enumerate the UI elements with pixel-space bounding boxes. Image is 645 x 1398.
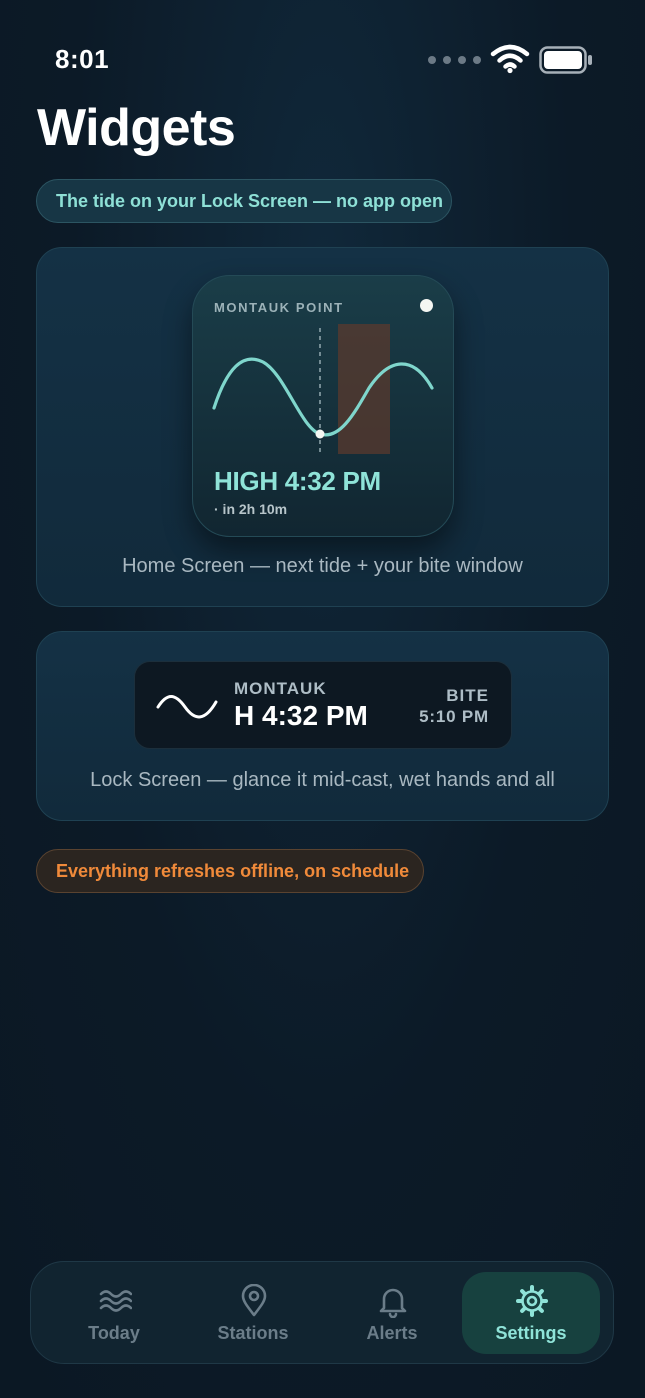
tide-curve <box>212 324 434 454</box>
home-widget[interactable]: MONTAUK POINT HIGH 4:32 PM · in 2h 10m <box>192 275 454 537</box>
tab-alerts[interactable]: Alerts <box>323 1272 461 1354</box>
tab-label: Today <box>88 1323 140 1343</box>
widget-next-tide: HIGH 4:32 PM <box>214 466 381 496</box>
widgets-screen: 8:01 Widgets The tide on your Lock Scree… <box>0 0 645 1398</box>
lock-widget[interactable]: MONTAUK H 4:32 PM BITE 5:10 PM <box>134 661 512 749</box>
lock-widget-station: MONTAUK <box>234 679 327 698</box>
wave-icon <box>156 695 218 719</box>
lock-widget-bite-label: BITE <box>446 686 489 705</box>
tab-label: Alerts <box>366 1323 418 1343</box>
tagline-badge: The tide on your Lock Screen — no app op… <box>36 179 452 223</box>
wifi-icon <box>490 44 530 74</box>
tab-stations[interactable]: Stations <box>184 1272 322 1354</box>
widget-countdown: · in 2h 10m <box>214 501 288 517</box>
offline-refresh-badge: Everything refreshes offline, on schedul… <box>36 849 424 893</box>
widget-station-name: MONTAUK POINT <box>214 300 344 315</box>
tab-label: Stations <box>217 1323 289 1343</box>
current-tide-dot <box>315 429 325 439</box>
status-time: 8:01 <box>55 44 110 74</box>
waves-icon <box>99 1290 132 1312</box>
page-title: Widgets <box>37 99 236 157</box>
tab-bar: Today Stations Alerts Settings <box>30 1261 614 1364</box>
bell-icon <box>379 1288 407 1318</box>
lock-widget-bite-time: 5:10 PM <box>419 707 489 726</box>
gear-icon <box>516 1285 548 1317</box>
home-screen-widget-preview[interactable]: MONTAUK POINT HIGH 4:32 PM · in 2h 10m H… <box>36 247 609 607</box>
tab-label: Settings <box>495 1323 567 1343</box>
map-pin-icon <box>241 1284 267 1317</box>
lock-widget-caption: Lock Screen — glance it mid-cast, wet ha… <box>90 769 555 791</box>
moon-icon <box>420 299 433 312</box>
lock-screen-widget-preview[interactable]: MONTAUK H 4:32 PM BITE 5:10 PM Lock Scre… <box>36 631 609 821</box>
tab-today[interactable]: Today <box>45 1272 183 1354</box>
bite-window-band <box>338 324 390 454</box>
signal-dots-icon <box>428 56 481 64</box>
status-bar: 8:01 <box>0 0 645 100</box>
battery-icon <box>539 46 592 74</box>
tab-settings[interactable]: Settings <box>462 1272 600 1354</box>
lock-widget-tide: H 4:32 PM <box>234 700 368 731</box>
home-widget-caption: Home Screen — next tide + your bite wind… <box>122 555 523 577</box>
tide-curve-line <box>212 357 434 437</box>
